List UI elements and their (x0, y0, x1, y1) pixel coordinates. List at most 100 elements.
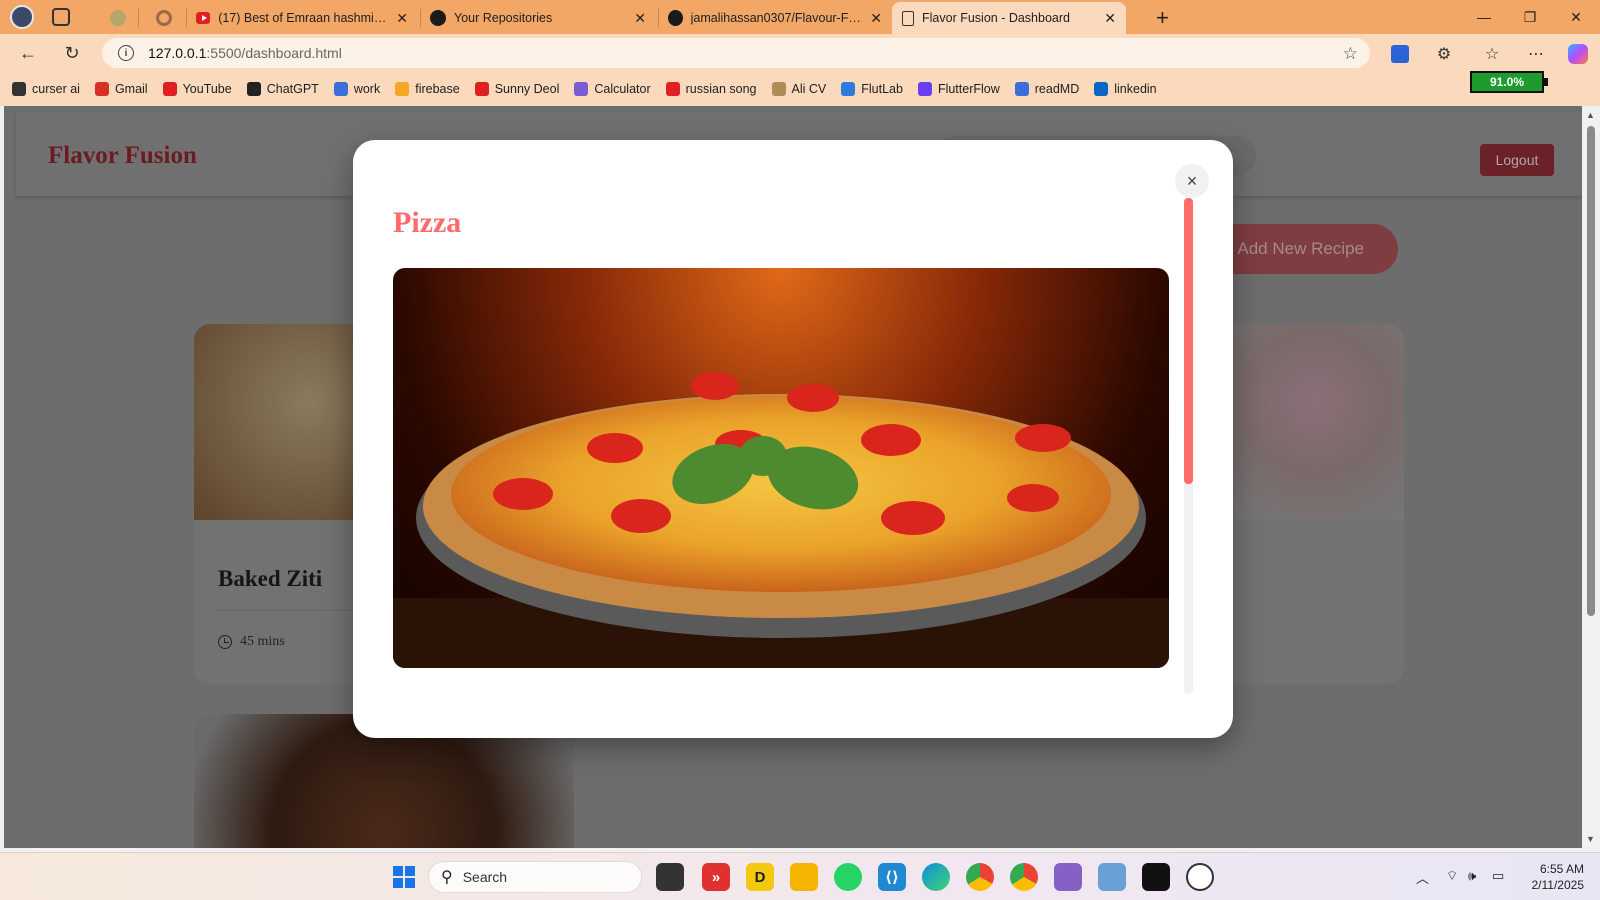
tab-title: jamalihassan0307/Flavour-Fusion (690, 11, 863, 25)
github-icon (430, 10, 446, 26)
site-info-icon[interactable]: i (118, 45, 134, 61)
logout-button[interactable]: Logout (1480, 144, 1554, 176)
bookmark-icon (1014, 82, 1029, 96)
bookmark-youtube[interactable]: YouTube (162, 82, 232, 96)
bookmark-firebase[interactable]: firebase (395, 82, 460, 96)
app-icon-yellow[interactable]: D (746, 863, 774, 891)
whatsapp-icon[interactable] (834, 863, 862, 891)
bookmark-label: firebase (415, 82, 460, 96)
bookmarks-bar: curser ai Gmail YouTube ChatGPT work firebase… (0, 72, 1600, 106)
url-host: 127.0.0.1 (148, 45, 207, 61)
tab-flavour-fusion-repo[interactable]: jamalihassan0307/Flavour-Fusion ✕ (658, 2, 892, 34)
bookmark-curser-ai[interactable]: curser ai (12, 82, 80, 96)
close-tab-icon[interactable]: ✕ (870, 10, 882, 27)
new-tab-button[interactable]: + (1156, 5, 1169, 31)
app-icon-red[interactable]: » (702, 863, 730, 891)
volume-icon[interactable]: 🕪 (1468, 868, 1476, 884)
bookmark-icon (474, 82, 489, 96)
tab-extension[interactable] (146, 2, 182, 34)
bookmark-icon (94, 82, 109, 96)
bookmark-flutlab[interactable]: FlutLab (841, 82, 903, 96)
bookmark-label: Sunny Deol (494, 82, 560, 96)
copilot-icon[interactable] (1566, 42, 1590, 66)
extensions-icon[interactable]: ⚙ (1432, 42, 1456, 66)
hashnode-icon (110, 10, 126, 26)
bookmark-ali-cv[interactable]: Ali CV (771, 82, 826, 96)
bookmark-calculator[interactable]: Calculator (574, 82, 651, 96)
youtube-icon (196, 12, 211, 24)
bookmark-gmail[interactable]: Gmail (94, 82, 148, 96)
github-icon (668, 10, 683, 26)
modal-scrollbar[interactable] (1184, 198, 1193, 694)
browser-tab-bar: (17) Best of Emraan hashmi ( slow ✕ Your… (0, 0, 1600, 34)
battery-icon[interactable]: ▭ (1492, 868, 1504, 884)
restore-button[interactable]: ❐ (1508, 0, 1552, 34)
bookmark-label: FlutLab (861, 82, 903, 96)
battery-indicator: 91.0% (1470, 71, 1548, 93)
taskbar-clock[interactable]: 6:55 AM 2/11/2025 (1520, 861, 1585, 893)
app-icon-black[interactable] (1142, 863, 1170, 891)
reload-button[interactable]: ↻ (58, 41, 86, 65)
bookmark-label: FlutterFlow (937, 82, 1000, 96)
bookmark-flutterflow[interactable]: FlutterFlow (917, 82, 1000, 96)
more-menu-icon[interactable]: ⋯ (1524, 42, 1548, 66)
tab-your-repositories[interactable]: Your Repositories ✕ (420, 2, 656, 34)
tab-title: Flavor Fusion - Dashboard (922, 11, 1070, 25)
bookmark-icon (841, 82, 856, 96)
windows-start-icon[interactable] (390, 863, 418, 891)
bookmark-sunny-deol[interactable]: Sunny Deol (474, 82, 560, 96)
vscode-icon[interactable]: ⟨⟩ (878, 863, 906, 891)
tab-hashnode[interactable] (100, 2, 136, 34)
page-icon (902, 10, 914, 26)
file-explorer-icon[interactable] (790, 863, 818, 891)
close-tab-icon[interactable]: ✕ (1104, 10, 1116, 27)
close-tab-icon[interactable]: ✕ (634, 10, 646, 27)
visual-studio-icon[interactable] (1054, 863, 1082, 891)
taskbar-search[interactable]: ⚲ Search (428, 861, 642, 893)
page-scrollbar[interactable]: ▲ ▼ (1582, 106, 1600, 848)
bookmark-icon (395, 82, 410, 96)
resource-monitor-icon[interactable] (1098, 863, 1126, 891)
bookmark-label: YouTube (182, 82, 232, 96)
bookmark-readmd[interactable]: readMD (1014, 82, 1079, 96)
edge-icon[interactable] (922, 863, 950, 891)
close-tab-icon[interactable]: ✕ (396, 10, 408, 27)
modal-scrollbar-thumb[interactable] (1184, 198, 1193, 484)
chrome-icon[interactable] (966, 863, 994, 891)
translate-icon[interactable] (1388, 42, 1412, 66)
app-icon-clock[interactable] (1186, 863, 1214, 891)
recipe-detail-modal: Pizza × (353, 140, 1233, 738)
minimize-button[interactable]: — (1462, 0, 1506, 34)
taskbar-time: 6:55 AM (1539, 862, 1584, 876)
bookmark-chatgpt[interactable]: ChatGPT (246, 82, 319, 96)
show-hidden-icons[interactable]: ︿ (1416, 868, 1429, 887)
task-view-icon[interactable] (656, 863, 684, 891)
bookmark-work[interactable]: work (333, 82, 380, 96)
bookmark-label: linkedin (1114, 82, 1157, 96)
bookmark-label: Calculator (594, 82, 651, 96)
bookmark-linkedin[interactable]: linkedin (1094, 82, 1157, 96)
extension-icon (156, 10, 172, 26)
back-button[interactable]: ← (14, 41, 42, 65)
workspaces-icon[interactable] (52, 8, 70, 26)
bookmark-label: curser ai (32, 82, 80, 96)
favorites-icon[interactable]: ☆ (1480, 42, 1504, 66)
bookmark-russian-song[interactable]: russian song (665, 82, 757, 96)
site-brand[interactable]: Flavor Fusion (48, 142, 197, 170)
bookmark-icon (246, 82, 261, 96)
favorite-star-icon[interactable]: ☆ (1343, 44, 1358, 64)
page-scrollbar-thumb[interactable] (1587, 126, 1595, 616)
tab-flavor-fusion-dashboard[interactable]: Flavor Fusion - Dashboard ✕ (892, 2, 1126, 34)
chrome-profile-icon[interactable] (1010, 863, 1038, 891)
recipe-time-label: 45 mins (240, 634, 285, 649)
close-window-button[interactable]: ✕ (1554, 0, 1598, 34)
modal-title: Pizza (393, 206, 462, 239)
url-path: :5500/dashboard.html (206, 45, 342, 61)
address-bar[interactable]: i 127.0.0.1:5500/dashboard.html ☆ (102, 38, 1370, 68)
profile-avatar[interactable] (10, 5, 34, 29)
bookmark-icon (162, 82, 177, 96)
close-modal-button[interactable]: × (1175, 164, 1209, 198)
tab-youtube-emraan[interactable]: (17) Best of Emraan hashmi ( slow ✕ (186, 2, 418, 34)
wifi-icon[interactable]: ⌔ (1446, 868, 1458, 884)
clock-icon (218, 635, 232, 649)
